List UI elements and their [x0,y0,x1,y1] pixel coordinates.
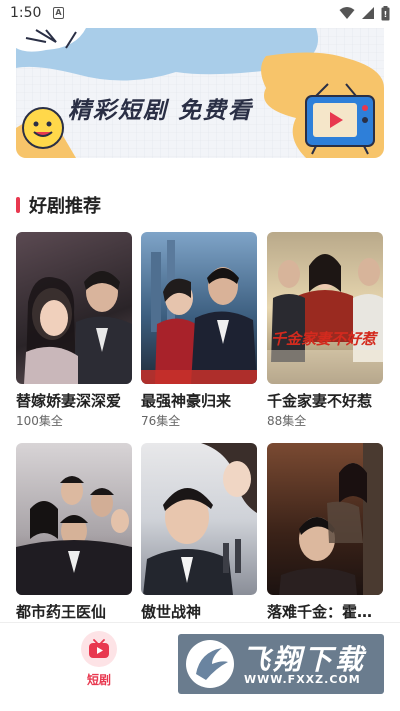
drama-title: 替嫁娇妻深深爱 [16,392,122,410]
status-icons: ! [339,5,390,21]
banner-slogan: 精彩短剧 免费看 [68,98,254,124]
drama-card[interactable]: 最强神豪归来 76集全 [141,232,257,429]
drama-poster [141,232,257,384]
drama-title: 最强神豪归来 [141,392,232,410]
drama-poster [141,443,257,595]
watermark-logo-icon [186,640,234,688]
drama-poster: 千金家妻不好惹 [267,232,383,384]
section-header: 好剧推荐 [16,192,101,218]
site-watermark: 飞翔下载 WWW.FXXZ.COM [178,634,384,694]
promo-banner[interactable]: 精彩短剧 免费看 [16,28,384,158]
status-time: 1:50 [10,5,42,21]
drama-episode-count: 76集全 [141,414,181,428]
status-bar: 1:50 A ! [0,0,400,28]
drama-poster [16,232,132,384]
drama-episode-count: 100集全 [16,414,63,428]
drama-title: 傲世战神 [141,603,202,621]
tv-play-icon [81,631,117,667]
tab-label: 短剧 [86,673,111,687]
battery-icon: ! [381,5,390,20]
drama-episode-count: 88集全 [267,414,307,428]
watermark-title: 飞翔下载 [242,643,367,676]
section-accent-bar [16,197,20,213]
drama-title: 都市药王医仙 [16,603,107,621]
drama-card[interactable]: 替嫁娇妻深深爱 100集全 [16,232,132,429]
section-title: 好剧推荐 [29,196,101,217]
drama-poster [16,443,132,595]
drama-card[interactable]: 落难千金：霍… [267,443,383,622]
poster-title-text: 千金家妻不好惹 [271,330,377,348]
wifi-icon [339,7,355,19]
watermark-url: WWW.FXXZ.COM [244,673,361,686]
drama-card[interactable]: 都市药王医仙 [16,443,132,622]
notification-icon: A [53,7,64,19]
drama-title: 千金家妻不好惹 [267,392,373,410]
drama-title: 落难千金：霍… [267,603,373,621]
drama-card[interactable]: 千金家妻不好惹 千金家妻不好惹 88集全 [267,232,383,429]
drama-poster [267,443,383,595]
drama-card[interactable]: 傲世战神 [141,443,257,622]
signal-icon [362,7,374,19]
tab-short-drama[interactable]: 短剧 [74,631,124,688]
svg-text:!: ! [384,10,388,19]
